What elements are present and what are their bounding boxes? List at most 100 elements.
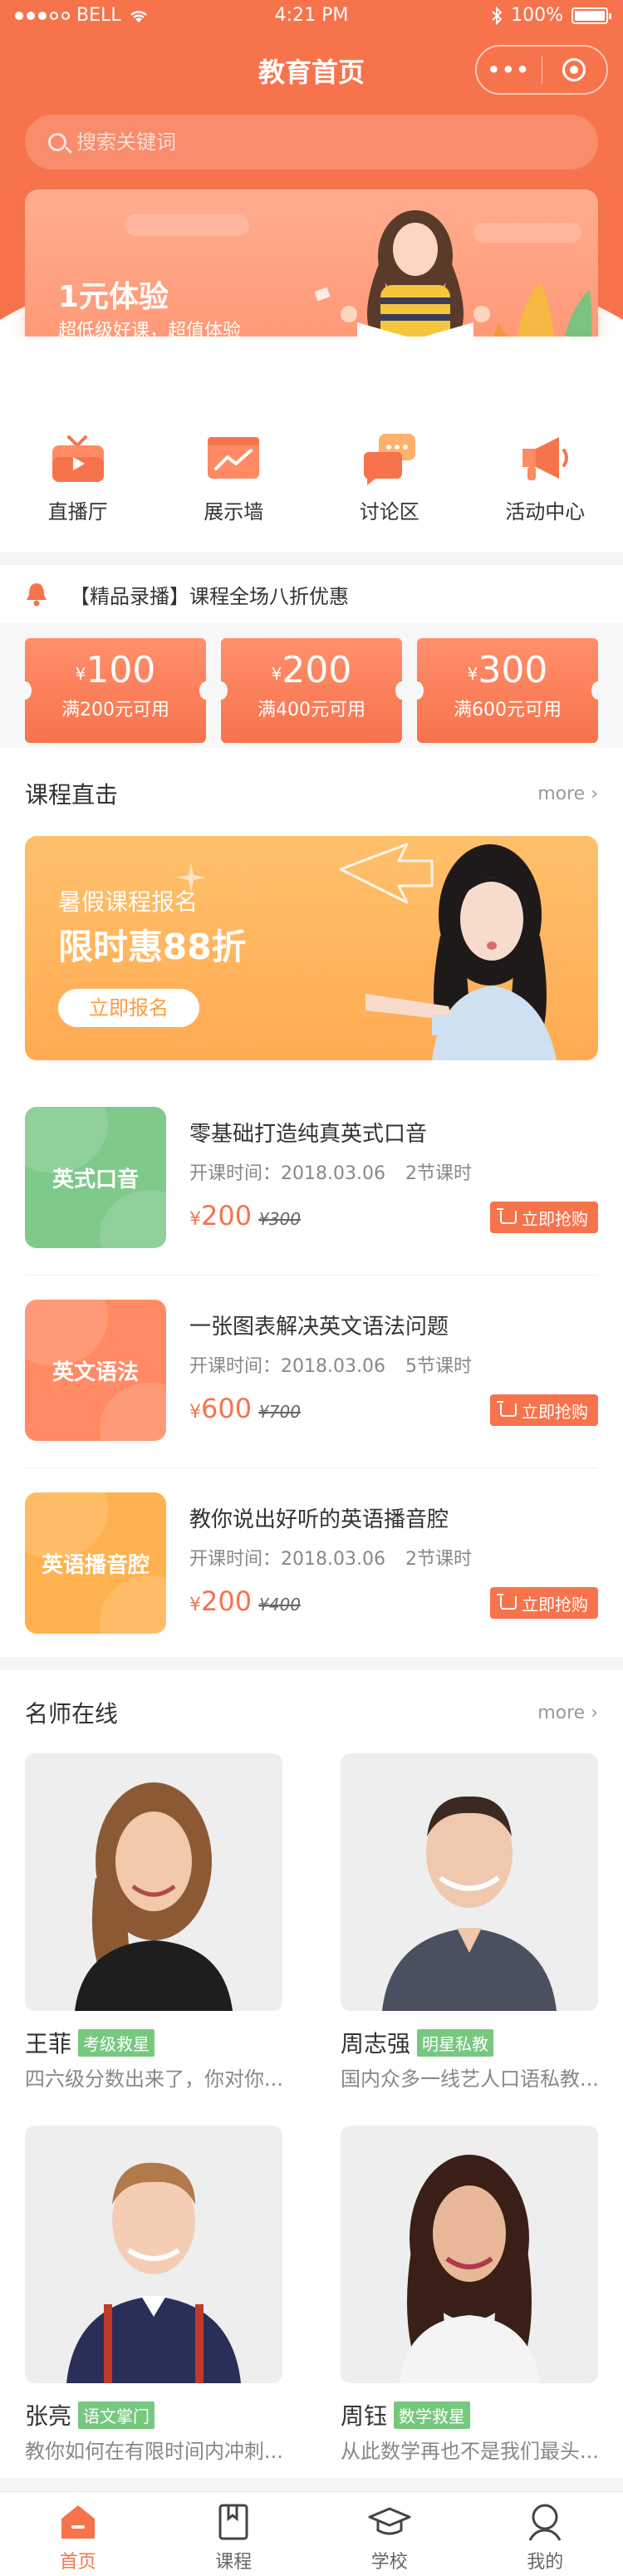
start-date: 2018.03.06 [281,1549,385,1570]
section-gap [0,552,623,565]
course-item[interactable]: 英式口音 零基础打造纯真英式口音 开课时间：2018.03.06 2节课时 ¥20… [25,1107,598,1248]
teacher-name: 张亮 [25,2402,72,2430]
teacher-photo [25,1753,282,2011]
course-price: ¥200 ¥300 [189,1200,301,1231]
course-thumbnail: 英文语法 [25,1300,166,1441]
category-discussion[interactable]: 讨论区 [312,432,468,540]
more-link[interactable]: more › [537,1703,598,1723]
notice-text: 【精品录播】课程全场八折优惠 [70,584,349,608]
divider [25,1275,598,1276]
start-label: 开课时间： [189,1549,282,1570]
tab-label: 我的 [527,2552,564,2573]
teacher-name-row: 周钰 数学救星 [341,2398,471,2431]
course-price: ¥200 ¥400 [189,1585,301,1617]
thumb-decoration [100,1383,166,1441]
price-value: 600 [201,1393,253,1424]
teacher-card[interactable]: 周钰 数学救星 从此数学再也不是我们最头... [341,2126,598,2475]
buy-now-button[interactable]: 立即抢购 [490,1202,598,1233]
battery-percent: 100% [511,5,563,26]
search-input[interactable] [75,130,573,155]
course-meta: 开课时间：2018.03.06 2节课时 [189,1158,472,1185]
teacher-photo [341,1753,598,2011]
tab-school[interactable]: 学校 [312,2492,468,2576]
tab-bar: 首页 课程 学校 我的 [0,2491,623,2576]
tab-label: 课程 [215,2552,253,2573]
promo-line2: 限时惠88折 [58,927,247,967]
coupon-card[interactable]: ¥100 满200元可用 [18,638,213,743]
enroll-button[interactable]: 立即报名 [58,989,199,1027]
tab-mine[interactable]: 我的 [468,2492,623,2576]
teacher-card[interactable]: 周志强 明星私教 国内众多一线艺人口语私教... [341,1753,598,2102]
buy-label: 立即抢购 [522,1208,588,1229]
user-icon [523,2500,567,2544]
course-item[interactable]: 英语播音腔 教你说出好听的英语播音腔 开课时间：2018.03.06 2节课时 ¥… [25,1492,598,1634]
book-icon [212,2500,255,2544]
teacher-name: 周钰 [341,2402,388,2430]
tab-label: 学校 [370,2552,408,2573]
coupon-card[interactable]: ¥300 满600元可用 [410,638,605,743]
price-currency: ¥ [189,1402,201,1423]
buy-now-button[interactable]: 立即抢购 [490,1394,598,1426]
category-label: 直播厅 [47,500,108,524]
category-label: 展示墙 [204,500,264,524]
course-item[interactable]: 英文语法 一张图表解决英文语法问题 开课时间：2018.03.06 5节课时 ¥6… [25,1300,598,1441]
thumb-label: 英式口音 [52,1167,139,1192]
category-label: 活动中心 [505,500,586,524]
start-label: 开课时间： [189,1356,282,1377]
search-icon [48,133,66,151]
megaphone-icon [516,432,574,485]
cart-icon [497,1401,517,1417]
coupon-currency: ¥ [75,664,86,684]
start-label: 开课时间： [189,1163,282,1184]
teacher-name: 周志强 [341,2030,411,2057]
coupon-amount: ¥200 [221,650,402,691]
tab-home[interactable]: 首页 [0,2492,156,2576]
coupon-condition: 满600元可用 [454,700,562,720]
coupon-currency: ¥ [271,664,282,684]
close-button[interactable] [542,58,607,81]
section-gap [0,1657,623,1670]
tv-icon [49,432,107,485]
promo-banner[interactable]: 暑假课程报名 限时惠88折 立即报名 [25,836,598,1060]
teacher-card[interactable]: 张亮 语文掌门 教你如何在有限时间内冲刺... [25,2126,282,2475]
course-meta: 开课时间：2018.03.06 2节课时 [189,1544,472,1571]
teacher-card[interactable]: 王菲 考级救星 四六级分数出来了，你对你... [25,1753,282,2102]
section-title: 课程直击 [25,781,119,809]
search-bar[interactable] [25,115,598,170]
reading-girl-illustration [314,210,592,337]
teacher-desc: 教你如何在有限时间内冲刺... [25,2440,282,2463]
notice-bar[interactable]: 【精品录播】课程全场八折优惠 [0,565,623,623]
buy-label: 立即抢购 [522,1401,588,1422]
course-meta: 开课时间：2018.03.06 5节课时 [189,1351,472,1378]
teacher-desc: 四六级分数出来了，你对你... [25,2067,282,2091]
original-price: ¥300 [258,1209,301,1229]
start-date: 2018.03.06 [281,1356,385,1377]
bell-icon [25,582,48,607]
coupon-card[interactable]: ¥200 满400元可用 [214,638,409,743]
category-live-hall[interactable]: 直播厅 [0,432,156,540]
hero-banner[interactable]: 1元体验 超低级好课，超值体验 [25,189,598,337]
coupon-value: 300 [478,649,548,691]
cart-icon [497,1208,517,1224]
category-showcase[interactable]: 展示墙 [156,432,312,540]
course-thumbnail: 英语播音腔 [25,1492,166,1634]
chat-icon [361,432,419,485]
section-title: 名师在线 [25,1700,119,1728]
cart-icon [497,1594,517,1610]
buy-now-button[interactable]: 立即抢购 [490,1587,598,1619]
target-close-icon [562,58,586,81]
lesson-count: 2节课时 [405,1549,472,1570]
coupon-value: 200 [282,649,352,691]
original-price: ¥700 [258,1402,301,1422]
price-value: 200 [201,1200,253,1231]
course-price: ¥600 ¥700 [189,1393,301,1424]
more-link[interactable]: more › [537,784,598,804]
nav-bar: 教育首页 ••• [0,42,623,96]
coupon-value: 100 [86,649,156,691]
home-icon [56,2500,100,2544]
more-menu-button[interactable]: ••• [477,58,542,81]
tab-courses[interactable]: 课程 [156,2492,312,2576]
status-bar: BELL 4:21 PM 100% [0,0,623,33]
coupon-amount: ¥100 [25,650,206,691]
category-events[interactable]: 活动中心 [468,432,623,540]
